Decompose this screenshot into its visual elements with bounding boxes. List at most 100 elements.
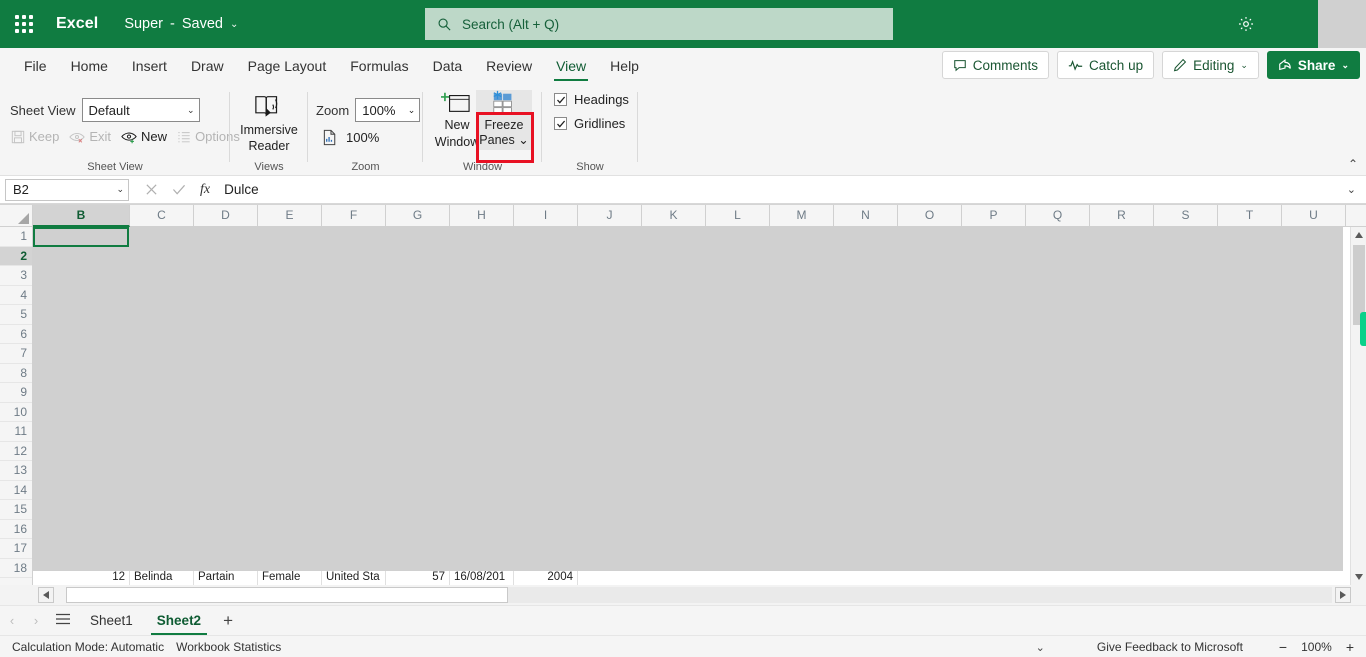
zoom-dropdown[interactable]: 100% ⌄ <box>355 98 421 122</box>
column-header-O[interactable]: O <box>898 205 962 227</box>
cancel-icon[interactable] <box>145 183 158 196</box>
expand-formula-bar-icon[interactable]: ⌄ <box>1347 183 1356 196</box>
row-header-7[interactable]: 7 <box>0 344 32 364</box>
workbook-statistics-button[interactable]: Workbook Statistics <box>176 640 281 654</box>
column-header-M[interactable]: M <box>770 205 834 227</box>
row-header-2[interactable]: 2 <box>0 246 32 266</box>
column-header-Q[interactable]: Q <box>1026 205 1090 227</box>
tab-formulas[interactable]: Formulas <box>338 49 420 83</box>
column-header-F[interactable]: F <box>322 205 386 227</box>
tab-file[interactable]: File <box>12 49 59 83</box>
add-sheet-button[interactable]: + <box>213 611 243 631</box>
tab-home[interactable]: Home <box>59 49 120 83</box>
document-name-menu[interactable]: Super - Saved ⌄ <box>124 16 238 32</box>
calculation-mode-status[interactable]: Calculation Mode: Automatic <box>12 640 164 654</box>
column-header-G[interactable]: G <box>386 205 450 227</box>
all-sheets-icon[interactable] <box>48 612 78 630</box>
tab-review[interactable]: Review <box>474 49 544 83</box>
row-header-8[interactable]: 8 <box>0 364 32 383</box>
row-header-3[interactable]: 3 <box>0 266 32 286</box>
immersive-reader-button[interactable]: Immersive Reader <box>230 92 308 154</box>
column-header-J[interactable]: J <box>578 205 642 227</box>
checkbox-checked-icon <box>554 93 567 106</box>
scroll-right-icon[interactable] <box>1335 587 1351 603</box>
scroll-left-icon[interactable] <box>38 587 54 603</box>
comments-button[interactable]: Comments <box>941 51 1050 79</box>
row-header-5[interactable]: 5 <box>0 305 32 325</box>
row-header-6[interactable]: 6 <box>0 325 32 344</box>
column-header-C[interactable]: C <box>130 205 194 227</box>
collaborator-presence-indicator[interactable] <box>1360 312 1366 346</box>
vertical-scrollbar[interactable] <box>1350 227 1366 585</box>
horizontal-scroll-thumb[interactable] <box>66 587 508 603</box>
sheet-tab-sheet2[interactable]: Sheet2 <box>145 606 213 635</box>
insert-function-icon[interactable]: fx <box>200 182 210 198</box>
scroll-down-icon[interactable] <box>1351 569 1366 585</box>
sheet-view-keep-button[interactable]: Keep <box>8 127 62 146</box>
tab-draw[interactable]: Draw <box>179 49 236 83</box>
sheet-tab-sheet1[interactable]: Sheet1 <box>78 606 145 635</box>
tab-insert[interactable]: Insert <box>120 49 179 83</box>
column-header-L[interactable]: L <box>706 205 770 227</box>
collapse-ribbon-button[interactable]: ⌃ <box>1348 157 1358 171</box>
row-header-14[interactable]: 14 <box>0 481 32 500</box>
search-input[interactable]: Search (Alt + Q) <box>425 8 893 40</box>
column-header-U[interactable]: U <box>1282 205 1346 227</box>
column-header-K[interactable]: K <box>642 205 706 227</box>
column-header-D[interactable]: D <box>194 205 258 227</box>
confirm-icon[interactable] <box>172 183 186 196</box>
give-feedback-button[interactable]: Give Feedback to Microsoft <box>1097 640 1243 654</box>
zoom-level-label[interactable]: 100% <box>1301 640 1332 654</box>
column-header-H[interactable]: H <box>450 205 514 227</box>
row-header-10[interactable]: 10 <box>0 403 32 422</box>
row-header-1[interactable]: 1 <box>0 227 32 247</box>
zoom-out-button[interactable]: − <box>1279 639 1287 655</box>
row-header-9[interactable]: 9 <box>0 383 32 403</box>
freeze-panes-button[interactable]: Freeze Panes ⌄ <box>476 90 532 150</box>
pencil-icon <box>1173 58 1187 72</box>
row-header-17[interactable]: 17 <box>0 539 32 559</box>
sheet-view-exit-button[interactable]: Exit <box>66 127 114 146</box>
column-header-T[interactable]: T <box>1218 205 1282 227</box>
status-chevron-icon[interactable]: ⌄ <box>1036 641 1045 654</box>
gridlines-checkbox[interactable]: Gridlines <box>554 116 625 131</box>
row-header-15[interactable]: 15 <box>0 500 32 520</box>
column-header-N[interactable]: N <box>834 205 898 227</box>
horizontal-scrollbar[interactable] <box>0 585 1366 605</box>
sheet-view-dropdown[interactable]: Default ⌄ <box>81 98 200 122</box>
horizontal-scroll-track[interactable] <box>66 587 1332 603</box>
tab-page-layout[interactable]: Page Layout <box>236 49 339 83</box>
row-header-12[interactable]: 12 <box>0 442 32 461</box>
previous-sheet-icon[interactable]: ‹ <box>0 613 24 628</box>
column-header-B[interactable]: B <box>33 205 130 227</box>
tab-data[interactable]: Data <box>421 49 475 83</box>
column-header-S[interactable]: S <box>1154 205 1218 227</box>
tab-help[interactable]: Help <box>598 49 651 83</box>
next-sheet-icon[interactable]: › <box>24 613 48 628</box>
catch-up-button[interactable]: Catch up <box>1057 51 1155 79</box>
zoom-in-button[interactable]: + <box>1346 639 1354 655</box>
row-header-13[interactable]: 13 <box>0 461 32 481</box>
column-header-R[interactable]: R <box>1090 205 1154 227</box>
excel-brand-label[interactable]: Excel <box>56 15 98 33</box>
share-button[interactable]: Share ⌄ <box>1266 51 1360 79</box>
sheet-view-new-button[interactable]: New <box>118 127 170 146</box>
tab-view[interactable]: View <box>544 49 598 83</box>
zoom-to-selection-button[interactable]: 100% <box>322 129 379 146</box>
column-header-I[interactable]: I <box>514 205 578 227</box>
settings-gear-icon[interactable] <box>1222 0 1270 48</box>
headings-checkbox[interactable]: Headings <box>554 92 629 107</box>
formula-input[interactable]: Dulce <box>224 176 1347 203</box>
row-header-4[interactable]: 4 <box>0 286 32 305</box>
name-box[interactable]: B2 ⌄ <box>5 178 129 201</box>
new-window-icon <box>441 92 470 112</box>
app-launcher-icon[interactable] <box>0 0 48 48</box>
scroll-up-icon[interactable] <box>1351 227 1366 243</box>
row-header-11[interactable]: 11 <box>0 422 32 442</box>
editing-mode-button[interactable]: Editing ⌄ <box>1162 51 1259 79</box>
row-header-18[interactable]: 18 <box>0 559 32 578</box>
select-all-corner[interactable] <box>0 205 33 227</box>
row-header-16[interactable]: 16 <box>0 520 32 539</box>
column-header-E[interactable]: E <box>258 205 322 227</box>
column-header-P[interactable]: P <box>962 205 1026 227</box>
